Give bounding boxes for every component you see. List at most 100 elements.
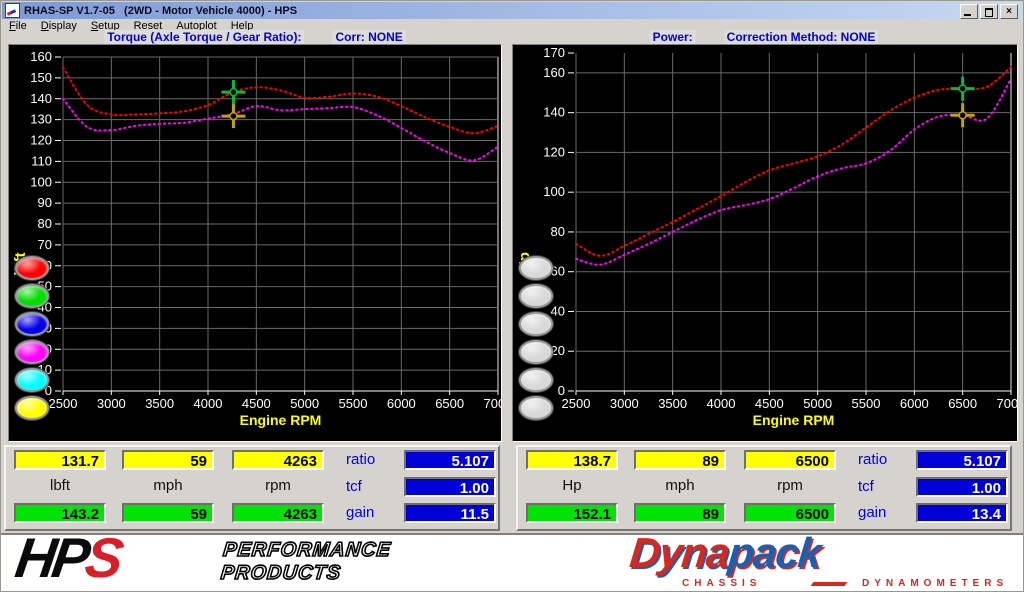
dynapack-sub-dynamometers: DYNAMOMETERS [862, 578, 1008, 589]
hps-tagline-line1: PERFORMANCE [222, 539, 392, 562]
torque-gain-value: 11.5 [404, 503, 496, 523]
power-cursor1-value: 138.7 [526, 450, 618, 470]
curve-select-button-power-1[interactable] [519, 284, 553, 308]
curve-select-button-torque-0[interactable] [15, 256, 49, 280]
x-tick-label: 5000 [803, 396, 832, 411]
curve-select-button-power-2[interactable] [519, 312, 553, 336]
y-tick-label: 120 [543, 144, 565, 159]
speed-unit-label: mph [122, 478, 214, 494]
hps-logo-hp: HP [12, 526, 91, 589]
minimize-icon [964, 14, 971, 16]
dynapack-swoosh [811, 582, 848, 586]
x-tick-label: 5500 [339, 396, 368, 411]
torque-chart-header: Torque (Axle Torque / Gear Ratio): Corr:… [8, 31, 502, 43]
y-tick-label: 140 [543, 105, 565, 120]
x-tick-label: 3000 [97, 396, 126, 411]
cursor-marker-yellow [221, 104, 245, 128]
x-axis-title: Engine RPM [753, 412, 835, 428]
x-tick-label: 4500 [242, 396, 271, 411]
power-cursor2-rpm: 6500 [744, 503, 836, 523]
y-tick-label: 100 [30, 174, 52, 189]
gain-label-2: gain [858, 504, 912, 522]
restore-button[interactable] [980, 4, 998, 19]
y-tick-label: 160 [30, 49, 52, 64]
rpm-unit-label-2: rpm [744, 478, 836, 494]
torque-cursor1-speed: 59 [122, 450, 214, 470]
y-tick-label: 90 [38, 195, 52, 210]
axes: 0204060801001201401601702500300035004000… [543, 45, 1017, 411]
axes: 0102030405060708090100110120130140150160… [30, 49, 501, 411]
power-cursor2-speed: 89 [634, 503, 726, 523]
x-tick-label: 6000 [900, 396, 929, 411]
gridlines [63, 57, 498, 391]
x-tick-label: 4000 [194, 396, 223, 411]
logo-strip: HPS PERFORMANCE PRODUCTS Dynapack CHASSI… [0, 533, 1024, 594]
torque-cursor2-rpm: 4263 [232, 503, 324, 523]
tcf-label-2: tcf [858, 478, 912, 496]
hps-logo: HPS [12, 529, 123, 588]
curve-select-button-torque-2[interactable] [15, 312, 49, 336]
curve-select-button-power-4[interactable] [519, 368, 553, 392]
x-tick-label: 6500 [435, 396, 464, 411]
hps-tagline-line2: PRODUCTS [220, 562, 390, 585]
y-tick-label: 130 [30, 112, 52, 127]
x-tick-label: 5000 [290, 396, 319, 411]
power-unit-label: Hp [526, 478, 618, 494]
y-tick-label: 120 [30, 133, 52, 148]
y-tick-label: 70 [38, 237, 52, 252]
power-readout-panel: 138.7 89 6500 Hp mph rpm 152.1 89 6500 r… [516, 445, 1012, 531]
torque-ratio-value: 5.107 [404, 450, 496, 470]
curve-select-button-torque-5[interactable] [15, 396, 49, 420]
curve-select-button-torque-1[interactable] [15, 284, 49, 308]
torque-readout-panel: 131.7 59 4263 lbft mph rpm 143.2 59 4263… [4, 445, 500, 531]
y-tick-label: 80 [38, 216, 52, 231]
curve-select-button-torque-4[interactable] [15, 368, 49, 392]
dynapack-logo-dyna: Dyna [628, 529, 732, 576]
power-chart-panel: 0204060801001201401601702500300035004000… [512, 44, 1018, 442]
x-tick-label: 3000 [610, 396, 639, 411]
hps-tagline: PERFORMANCE PRODUCTS [220, 539, 393, 585]
y-tick-label: 80 [551, 224, 565, 239]
torque-chart-title: Torque (Axle Torque / Gear Ratio): [104, 30, 304, 44]
ratio-label-2: ratio [858, 451, 912, 469]
x-tick-label: 2500 [562, 396, 591, 411]
curve-select-button-power-5[interactable] [519, 396, 553, 420]
speed-unit-label-2: mph [634, 478, 726, 494]
app-icon [5, 3, 20, 18]
power-tcf-value: 1.00 [916, 477, 1008, 497]
y-tick-label: 110 [31, 153, 52, 168]
gridlines [576, 53, 1011, 391]
y-tick-label: 100 [543, 184, 565, 199]
curve-select-button-power-0[interactable] [519, 256, 553, 280]
cursor-marker-green [951, 77, 975, 101]
x-tick-label: 7000 [484, 396, 501, 411]
menu-file[interactable]: File [2, 20, 34, 32]
x-tick-label: 3500 [145, 396, 174, 411]
power-run-magenta [576, 79, 1011, 265]
menu-display[interactable]: Display [34, 20, 84, 32]
y-tick-label: 170 [543, 45, 565, 60]
x-tick-label: 5500 [852, 396, 881, 411]
dynapack-logo-pack: pack [726, 529, 823, 576]
torque-plot[interactable]: 0102030405060708090100110120130140150160… [9, 45, 501, 441]
curve-select-button-power-3[interactable] [519, 340, 553, 364]
power-plot[interactable]: 0204060801001201401601702500300035004000… [513, 45, 1017, 441]
close-button[interactable]: × [1000, 4, 1018, 19]
ratio-label: ratio [346, 451, 400, 469]
x-tick-label: 2500 [49, 396, 78, 411]
torque-cursor2-value: 143.2 [14, 503, 106, 523]
torque-chart-panel: 0102030405060708090100110120130140150160… [8, 44, 502, 442]
y-tick-label: 160 [543, 65, 565, 80]
tcf-label: tcf [346, 478, 400, 496]
power-correction-label: Correction Method: NONE [724, 30, 879, 44]
window-title: RHAS-SP V1.7-05 (2WD - Motor Vehicle 400… [24, 5, 297, 17]
y-tick-label: 40 [551, 303, 565, 318]
x-axis-title: Engine RPM [240, 412, 322, 428]
minimize-button[interactable] [960, 4, 978, 19]
torque-run-red [63, 67, 498, 133]
curve-select-button-torque-3[interactable] [15, 340, 49, 364]
x-tick-label: 3500 [658, 396, 687, 411]
x-tick-label: 7000 [997, 396, 1017, 411]
power-ratio-value: 5.107 [916, 450, 1008, 470]
cursor-marker-yellow [951, 103, 975, 127]
